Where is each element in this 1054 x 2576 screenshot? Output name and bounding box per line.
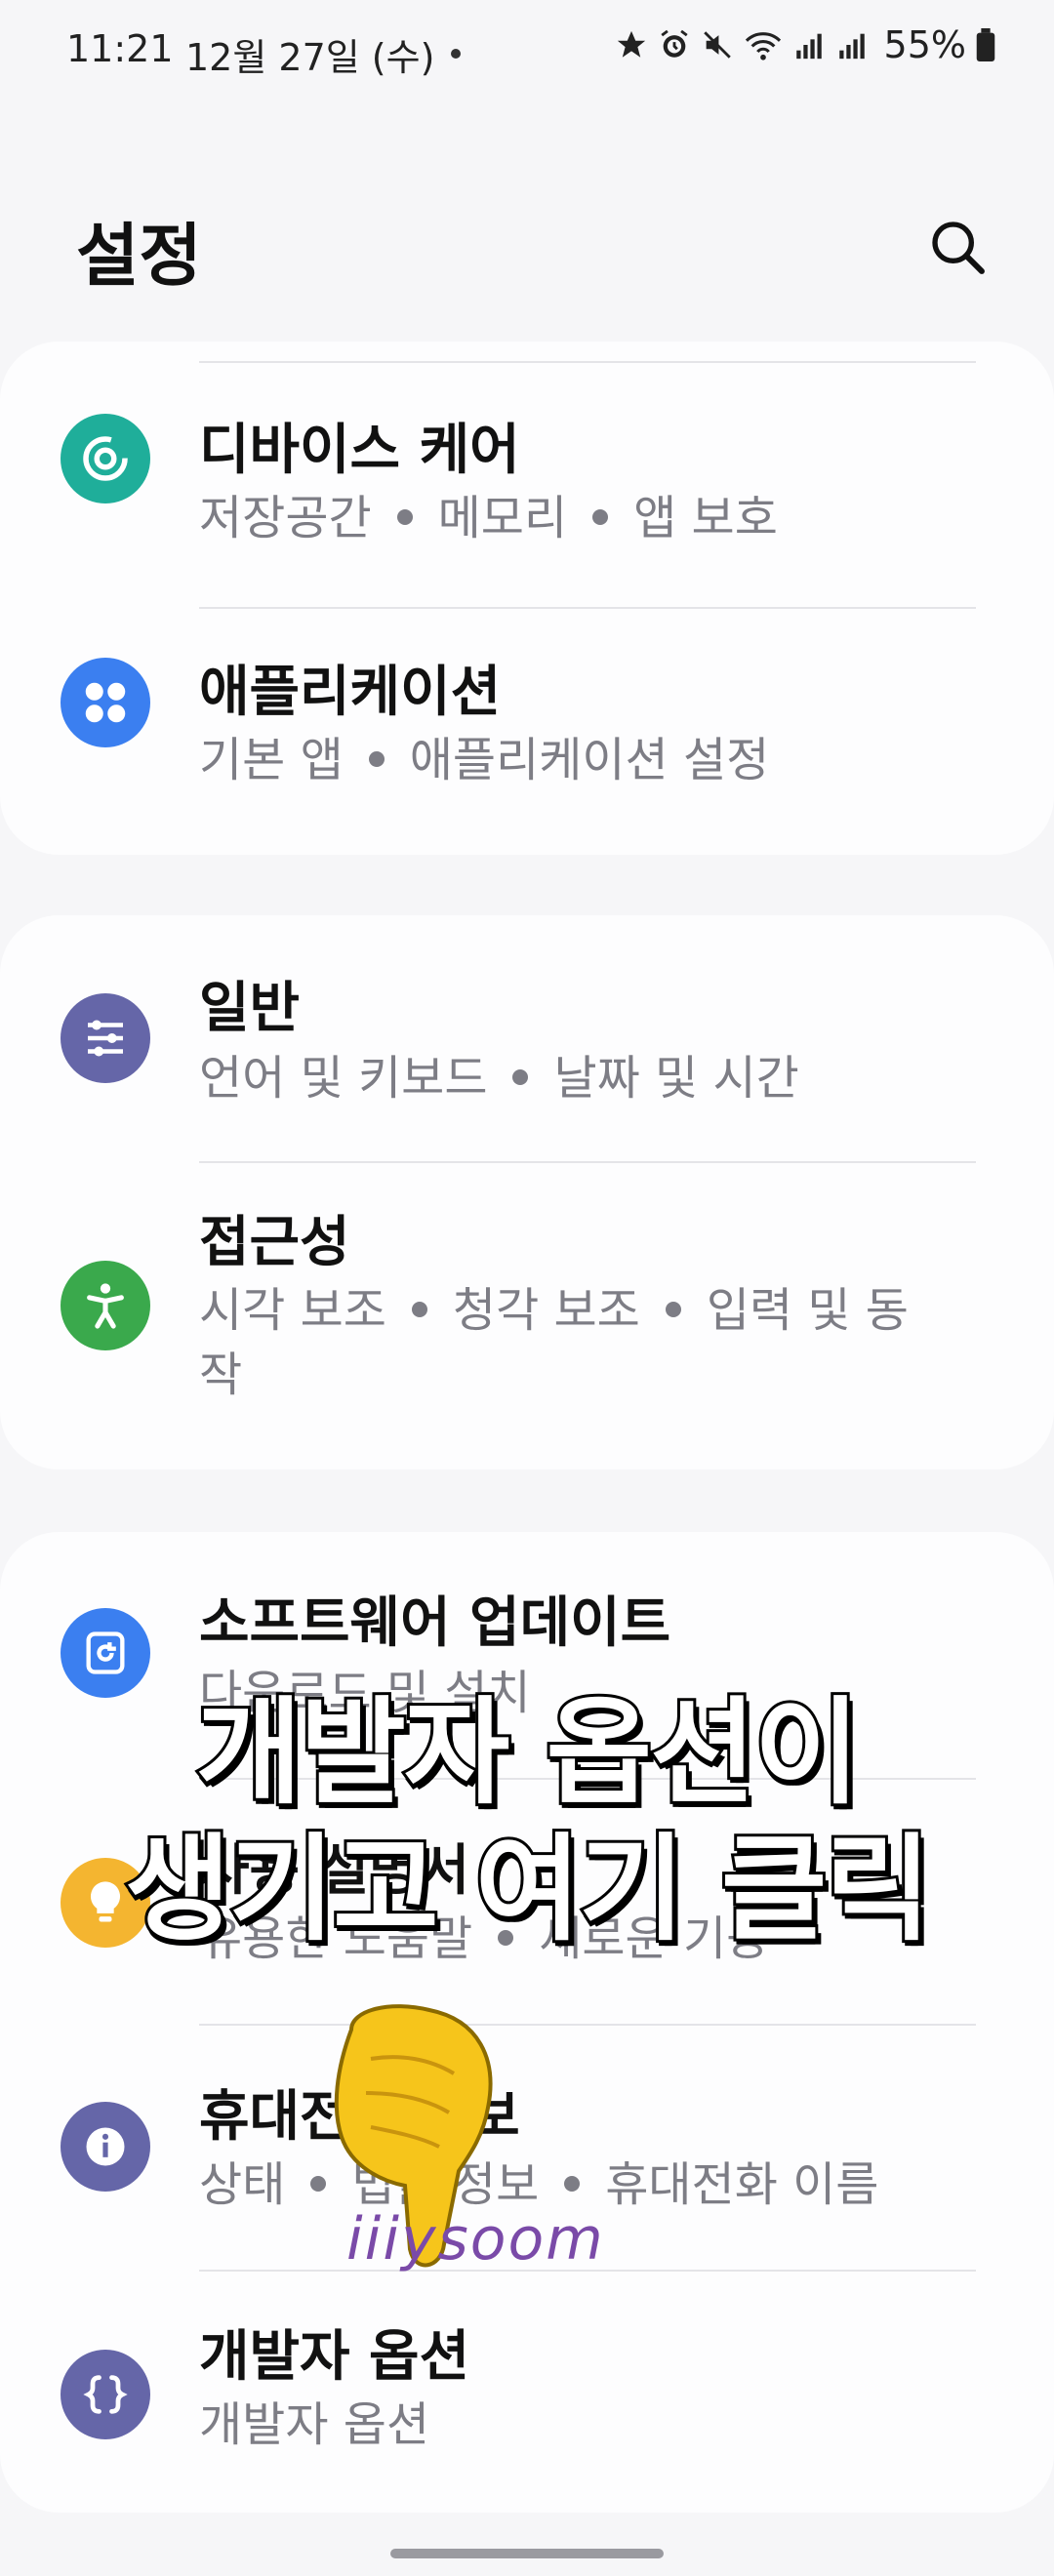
star-icon [617,30,645,58]
settings-group-2: 일반 언어 및 키보드 날짜 및 시간 접근성 시각 보조 청각 보조 입력 및 동작 [0,915,1054,1469]
item-subtitle: 기본 앱 애플리케이션 설정 [199,733,770,787]
accessibility-icon [61,1261,150,1350]
settings-group-1: 디바이스 케어 저장공간 메모리 앱 보호 애플리케이션 기본 앱 애플리케이션 설정 [0,342,1054,855]
status-bar: 11:21 12월 27일 (수) 55% [0,0,1054,107]
item-title: 휴대전화 정보 [199,2085,520,2149]
apps-icon [61,658,150,747]
item-title: 애플리케이션 [199,661,502,724]
status-time: 11:21 [66,27,174,70]
item-subtitle: 시각 보조 청각 보조 입력 및 동작 [199,1283,909,1402]
home-indicator[interactable] [390,2549,664,2558]
signal-icon [795,33,822,60]
status-icons: 55% [615,23,995,66]
signal-icon-2 [838,33,865,60]
notification-dot-icon [451,49,461,59]
device-care-icon [61,414,150,503]
search-button[interactable] [919,209,997,287]
item-title: 디바이스 케어 [199,419,520,482]
settings-item-user-manual[interactable]: 사용 설명서 유용한 도움말 새로운 기능 [0,1780,1054,2024]
item-title: 사용 설명서 [199,1839,470,1903]
item-subtitle: 저장공간 메모리 앱 보호 [199,491,778,545]
braces-icon [61,2350,150,2439]
item-subtitle: 상태 법률 정보 휴대전화 이름 [199,2157,879,2212]
settings-item-accessibility[interactable]: 접근성 시각 보조 청각 보조 입력 및 동작 [0,1163,1054,1466]
info-icon [61,2102,150,2192]
alarm-icon [660,29,688,58]
battery-percent: 55% [883,23,966,66]
mute-icon [703,31,731,59]
settings-item-applications[interactable]: 애플리케이션 기본 앱 애플리케이션 설정 [0,609,1054,843]
item-title: 소프트웨어 업데이트 [199,1591,671,1655]
search-icon [932,221,985,274]
settings-item-device-care[interactable]: 디바이스 케어 저장공간 메모리 앱 보호 [0,363,1054,585]
item-subtitle: 유용한 도움말 새로운 기능 [199,1912,770,1966]
sliders-icon [61,993,150,1083]
wifi-icon [745,32,781,60]
status-date: 12월 27일 (수) [185,36,435,79]
item-title: 접근성 [199,1211,350,1274]
header: 설정 [0,176,1054,312]
item-title: 일반 [199,977,301,1040]
bulb-icon [61,1858,150,1948]
page-title: 설정 [76,216,202,296]
settings-item-general[interactable]: 일반 언어 및 키보드 날짜 및 시간 [0,915,1054,1161]
update-icon [61,1608,150,1698]
item-subtitle: 다운로드 및 설치 [199,1666,531,1720]
settings-item-developer-options[interactable]: 개발자 옵션 개발자 옵션 [0,2272,1054,2512]
battery-icon [976,28,995,61]
item-subtitle: 개발자 옵션 [199,2397,430,2452]
item-subtitle: 언어 및 키보드 날짜 및 시간 [199,1051,799,1106]
settings-item-software-update[interactable]: 소프트웨어 업데이트 다운로드 및 설치 [0,1532,1054,1778]
settings-item-phone-info[interactable]: 휴대전화 정보 상태 법률 정보 휴대전화 이름 [0,2026,1054,2270]
settings-group-3: 소프트웨어 업데이트 다운로드 및 설치 사용 설명서 유용한 도움말 새로운 기… [0,1532,1054,2513]
item-title: 개발자 옵션 [199,2325,470,2389]
